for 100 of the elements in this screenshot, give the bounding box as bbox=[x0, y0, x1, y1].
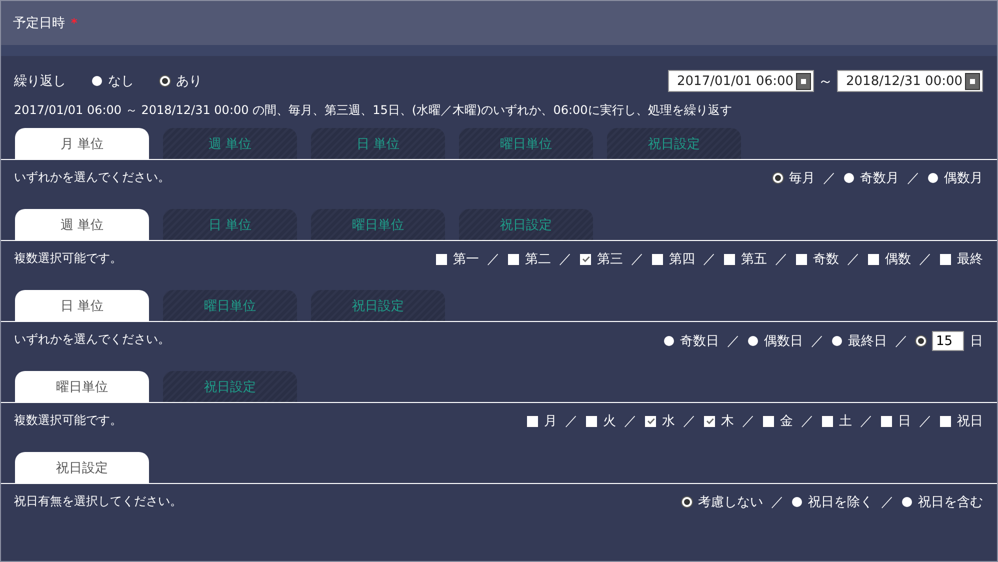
radio-button[interactable] bbox=[664, 336, 674, 346]
option-separator: ／ bbox=[703, 251, 716, 268]
option-separator: ／ bbox=[487, 251, 500, 268]
unit-label: 日 bbox=[970, 333, 983, 350]
radio-button[interactable] bbox=[916, 336, 926, 346]
option-label[interactable]: 偶数日 bbox=[764, 332, 803, 350]
option-separator: ／ bbox=[631, 251, 644, 268]
calendar-icon[interactable] bbox=[796, 72, 811, 90]
option-label[interactable]: 火 bbox=[603, 412, 616, 430]
checkbox[interactable] bbox=[580, 254, 591, 264]
option-label[interactable]: 木 bbox=[721, 412, 734, 430]
option-separator: ／ bbox=[801, 413, 814, 430]
radio-button[interactable] bbox=[792, 497, 802, 507]
checkbox[interactable] bbox=[527, 416, 538, 426]
option-label[interactable]: 祝日を含む bbox=[918, 493, 983, 511]
tab[interactable]: 祝日設定 bbox=[459, 209, 593, 240]
required-mark: * bbox=[71, 16, 78, 30]
tab[interactable]: 祝日設定 bbox=[607, 128, 741, 159]
option-separator: ／ bbox=[919, 251, 932, 268]
checkbox[interactable] bbox=[586, 416, 597, 426]
option-separator: ／ bbox=[565, 413, 578, 430]
tab[interactable]: 曜日単位 bbox=[15, 371, 149, 402]
tab[interactable]: 曜日単位 bbox=[311, 209, 445, 240]
radio-button[interactable] bbox=[928, 173, 938, 183]
radio-button[interactable] bbox=[844, 173, 854, 183]
tab[interactable]: 曜日単位 bbox=[459, 128, 593, 159]
option-separator: ／ bbox=[881, 494, 894, 511]
tab[interactable]: 日 単位 bbox=[311, 128, 445, 159]
option-label[interactable]: 奇数月 bbox=[860, 169, 899, 187]
option-separator: ／ bbox=[683, 413, 696, 430]
checkbox[interactable] bbox=[436, 254, 447, 264]
option-label[interactable]: 第一 bbox=[453, 250, 479, 268]
checkbox[interactable] bbox=[940, 254, 951, 264]
date-field[interactable]: 2017/01/01 06:00 bbox=[668, 70, 814, 92]
option-label[interactable]: 考慮しない bbox=[698, 493, 763, 511]
tab[interactable]: 日 単位 bbox=[163, 209, 297, 240]
checkbox[interactable] bbox=[724, 254, 735, 264]
checkbox[interactable] bbox=[704, 416, 715, 426]
checkbox[interactable] bbox=[508, 254, 519, 264]
tab[interactable]: 祝日設定 bbox=[163, 371, 297, 402]
option-separator: ／ bbox=[742, 413, 755, 430]
option-label[interactable]: 毎月 bbox=[789, 169, 815, 187]
tab[interactable]: 週 単位 bbox=[15, 209, 149, 240]
tab[interactable]: 祝日設定 bbox=[15, 452, 149, 483]
hint-text: いずれかを選んでください。 bbox=[14, 169, 170, 186]
option-separator: ／ bbox=[727, 333, 740, 350]
checkbox[interactable] bbox=[645, 416, 656, 426]
option-label[interactable]: 土 bbox=[839, 412, 852, 430]
checkbox[interactable] bbox=[763, 416, 774, 426]
checkbox[interactable] bbox=[881, 416, 892, 426]
checkbox[interactable] bbox=[652, 254, 663, 264]
option-label[interactable]: 日 bbox=[898, 412, 911, 430]
radio-label[interactable]: なし bbox=[108, 72, 134, 90]
hint-text: 複数選択可能です。 bbox=[14, 250, 122, 267]
option-separator: ／ bbox=[624, 413, 637, 430]
radio-button[interactable] bbox=[682, 497, 692, 507]
option-separator: ／ bbox=[919, 413, 932, 430]
option-label[interactable]: 奇数 bbox=[813, 250, 839, 268]
option-label[interactable]: 偶数 bbox=[885, 250, 911, 268]
option-separator: ／ bbox=[823, 170, 836, 187]
day-input[interactable]: 15 bbox=[932, 331, 964, 351]
radio-button[interactable] bbox=[160, 76, 170, 86]
option-separator: ／ bbox=[811, 333, 824, 350]
option-label[interactable]: 第二 bbox=[525, 250, 551, 268]
radio-button[interactable] bbox=[902, 497, 912, 507]
checkbox[interactable] bbox=[868, 254, 879, 264]
option-label[interactable]: 月 bbox=[544, 412, 557, 430]
tab[interactable]: 曜日単位 bbox=[163, 290, 297, 321]
tab[interactable]: 祝日設定 bbox=[311, 290, 445, 321]
radio-button[interactable] bbox=[92, 76, 102, 86]
calendar-icon[interactable] bbox=[965, 72, 980, 90]
tab[interactable]: 日 単位 bbox=[15, 290, 149, 321]
option-label[interactable]: 第五 bbox=[741, 250, 767, 268]
checkbox[interactable] bbox=[940, 416, 951, 426]
option-label[interactable]: 第四 bbox=[669, 250, 695, 268]
option-label[interactable]: 第三 bbox=[597, 250, 623, 268]
option-label[interactable]: 祝日を除く bbox=[808, 493, 873, 511]
repeat-label: 繰り返し bbox=[14, 73, 66, 90]
radio-button[interactable] bbox=[748, 336, 758, 346]
tab[interactable]: 月 単位 bbox=[15, 128, 149, 159]
schedule-summary: 2017/01/01 06:00 ～ 2018/12/31 00:00 の間、毎月、第三週、15日、(水曜／木曜)のいずれか、06:00に実行し、処理を繰り返す bbox=[13, 102, 733, 119]
checkbox[interactable] bbox=[822, 416, 833, 426]
radio-button[interactable] bbox=[832, 336, 842, 346]
option-label[interactable]: 偶数月 bbox=[944, 169, 983, 187]
option-label[interactable]: 祝日 bbox=[957, 412, 983, 430]
option-separator: ／ bbox=[559, 251, 572, 268]
option-label[interactable]: 最終日 bbox=[848, 332, 887, 350]
hint-text: 祝日有無を選択してください。 bbox=[14, 493, 182, 510]
option-separator: ／ bbox=[847, 251, 860, 268]
tab[interactable]: 週 単位 bbox=[163, 128, 297, 159]
hint-text: 複数選択可能です。 bbox=[14, 412, 122, 429]
option-label[interactable]: 水 bbox=[662, 412, 675, 430]
option-label[interactable]: 金 bbox=[780, 412, 793, 430]
radio-label[interactable]: あり bbox=[176, 72, 202, 90]
option-label[interactable]: 奇数日 bbox=[680, 332, 719, 350]
date-field[interactable]: 2018/12/31 00:00 bbox=[837, 70, 983, 92]
option-label[interactable]: 最終 bbox=[957, 250, 983, 268]
section-title: 予定日時 bbox=[13, 15, 65, 32]
radio-button[interactable] bbox=[773, 173, 783, 183]
checkbox[interactable] bbox=[796, 254, 807, 264]
